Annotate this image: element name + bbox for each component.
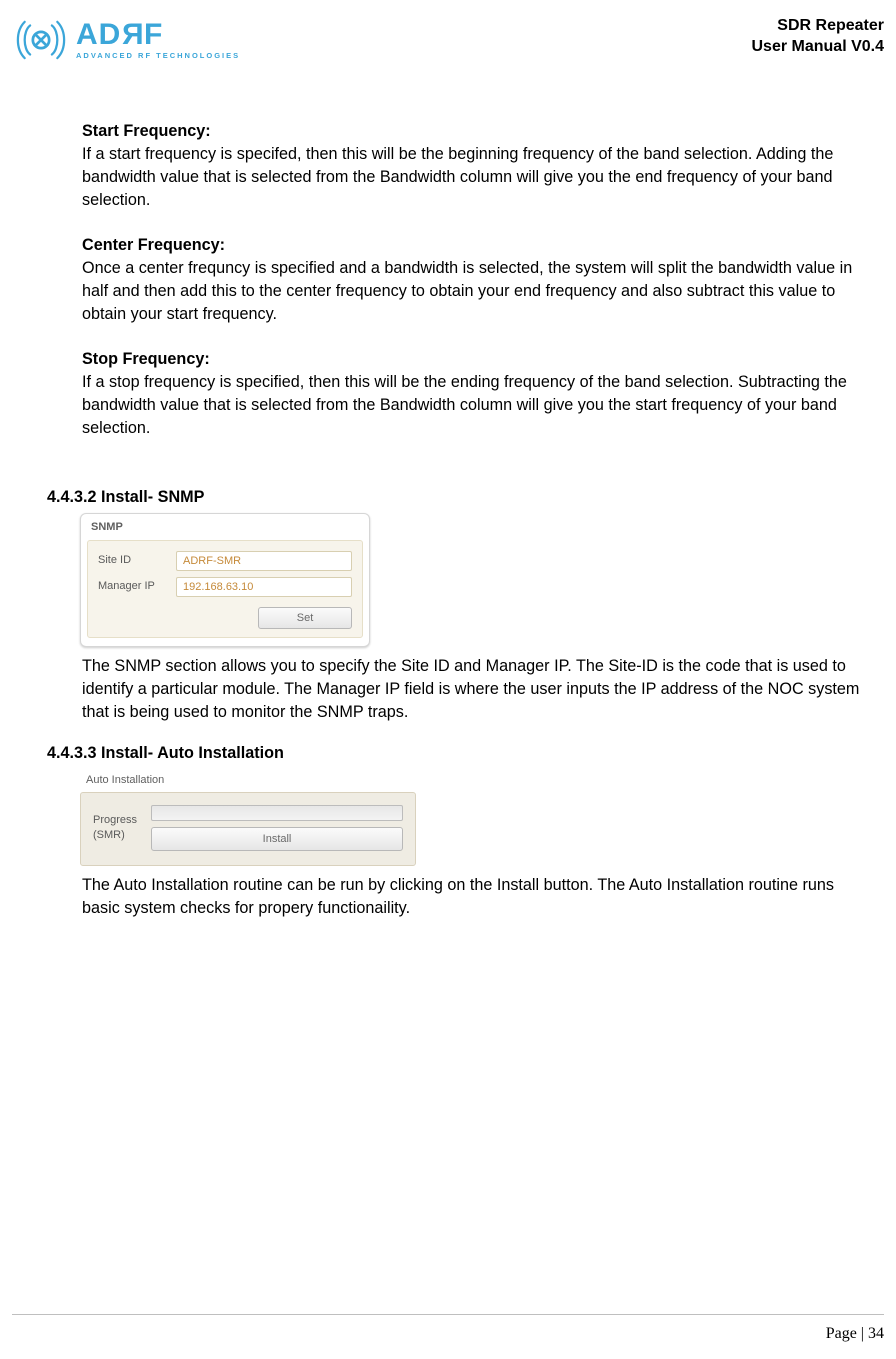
logo-icon bbox=[12, 16, 70, 64]
snmp-btn-row: Set bbox=[98, 603, 352, 629]
progress-right: Install bbox=[151, 805, 403, 851]
auto-install-panel: Auto Installation Progress (SMR) Install bbox=[80, 769, 416, 867]
start-freq-body: If a start frequency is specifed, then t… bbox=[82, 143, 872, 212]
manager-ip-row: Manager IP bbox=[98, 577, 352, 597]
install-button[interactable]: Install bbox=[151, 827, 403, 851]
snmp-heading: 4.4.3.2 Install- SNMP bbox=[47, 486, 872, 509]
center-freq-title: Center Frequency: bbox=[82, 234, 872, 257]
center-freq-body: Once a center frequncy is specified and … bbox=[82, 257, 872, 326]
doc-title-line1: SDR Repeater bbox=[752, 16, 885, 37]
logo-main: ADRF bbox=[76, 20, 240, 50]
stop-freq-body: If a stop frequency is specified, then t… bbox=[82, 371, 872, 440]
auto-install-body: Progress (SMR) Install bbox=[80, 792, 416, 866]
doc-title: SDR Repeater User Manual V0.4 bbox=[752, 16, 885, 58]
start-freq-title: Start Frequency: bbox=[82, 120, 872, 143]
auto-install-title: Auto Installation bbox=[80, 769, 416, 793]
snmp-panel-body: Site ID Manager IP Set bbox=[87, 540, 363, 638]
manager-ip-label: Manager IP bbox=[98, 579, 176, 595]
content: Start Frequency: If a start frequency is… bbox=[12, 72, 884, 920]
logo-tagline: ADVANCED RF TECHNOLOGIES bbox=[76, 51, 240, 60]
stop-freq-title: Stop Frequency: bbox=[82, 348, 872, 371]
section-center-freq: Center Frequency: Once a center frequncy… bbox=[82, 234, 872, 326]
site-id-label: Site ID bbox=[98, 553, 176, 569]
section-stop-freq: Stop Frequency: If a stop frequency is s… bbox=[82, 348, 872, 440]
section-start-freq: Start Frequency: If a start frequency is… bbox=[82, 120, 872, 212]
brand-logo: ADRF ADVANCED RF TECHNOLOGIES bbox=[12, 16, 240, 64]
progress-line1: Progress bbox=[93, 813, 137, 828]
progress-line2: (SMR) bbox=[93, 828, 137, 843]
snmp-panel: SNMP Site ID Manager IP Set bbox=[80, 513, 370, 647]
snmp-panel-title: SNMP bbox=[81, 520, 369, 540]
auto-install-heading: 4.4.3.3 Install- Auto Installation bbox=[47, 742, 872, 765]
site-id-row: Site ID bbox=[98, 551, 352, 571]
manager-ip-input[interactable] bbox=[176, 577, 352, 597]
page-footer: Page | 34 bbox=[826, 1325, 884, 1343]
progress-label: Progress (SMR) bbox=[93, 813, 137, 844]
progress-bar bbox=[151, 805, 403, 821]
auto-install-desc: The Auto Installation routine can be run… bbox=[82, 874, 872, 920]
logo-text: ADRF ADVANCED RF TECHNOLOGIES bbox=[76, 20, 240, 60]
site-id-input[interactable] bbox=[176, 551, 352, 571]
footer-rule bbox=[12, 1314, 884, 1315]
set-button[interactable]: Set bbox=[258, 607, 352, 629]
snmp-desc: The SNMP section allows you to specify t… bbox=[82, 655, 872, 724]
doc-title-line2: User Manual V0.4 bbox=[752, 37, 885, 58]
page-header: ADRF ADVANCED RF TECHNOLOGIES SDR Repeat… bbox=[12, 16, 884, 72]
page: ADRF ADVANCED RF TECHNOLOGIES SDR Repeat… bbox=[0, 0, 896, 920]
